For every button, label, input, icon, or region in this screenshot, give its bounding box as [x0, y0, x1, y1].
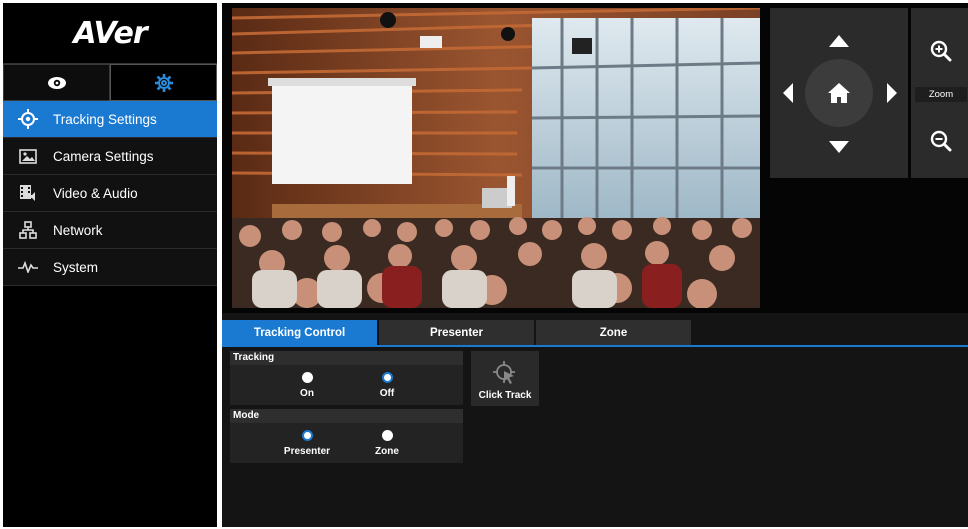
arrow-up-icon[interactable]	[829, 35, 849, 47]
tab-zone[interactable]: Zone	[536, 320, 691, 345]
sidebar-item-tracking-settings[interactable]: Tracking Settings	[3, 101, 217, 138]
tracking-heading: Tracking	[230, 351, 463, 365]
sidebar-item-system[interactable]: System	[3, 249, 217, 286]
sidebar-item-label: System	[53, 259, 99, 275]
zoom-control: Zoom	[911, 8, 968, 178]
mode-tabs	[3, 63, 217, 101]
mode-heading: Mode	[230, 409, 463, 423]
zoom-out-icon[interactable]	[930, 130, 952, 152]
click-track-label: Click Track	[478, 390, 532, 401]
film-audio-icon	[17, 183, 39, 203]
sidebar-item-label: Network	[53, 222, 103, 238]
eye-icon	[47, 76, 66, 89]
arrow-left-icon[interactable]	[783, 83, 793, 103]
tracking-on-radio[interactable]	[302, 372, 313, 383]
zoom-label: Zoom	[915, 87, 967, 102]
network-icon	[17, 220, 39, 240]
target-icon	[17, 109, 39, 129]
mode-presenter-radio[interactable]	[302, 430, 313, 441]
tracking-off-radio[interactable]	[382, 372, 393, 383]
gear-icon	[154, 73, 173, 92]
mode-presenter-label: Presenter	[283, 446, 331, 457]
sidebar: AVer Tracking Settings Camera Settings V…	[3, 3, 217, 527]
live-view-tab[interactable]	[3, 64, 110, 101]
camera-preview[interactable]	[232, 8, 760, 308]
sidebar-item-label: Video & Audio	[53, 185, 138, 201]
home-icon	[828, 83, 850, 103]
arrow-down-icon[interactable]	[829, 141, 849, 153]
tracking-on-label: On	[300, 388, 314, 399]
sidebar-item-camera-settings[interactable]: Camera Settings	[3, 138, 217, 175]
click-track-button[interactable]: Click Track	[471, 351, 539, 406]
settings-tab[interactable]	[110, 64, 217, 101]
sidebar-item-video-audio[interactable]: Video & Audio	[3, 175, 217, 212]
sidebar-item-network[interactable]: Network	[3, 212, 217, 249]
mode-options: Presenter Zone	[230, 423, 463, 463]
ptz-control-pad	[770, 8, 908, 178]
mode-zone-label: Zone	[375, 446, 399, 457]
tab-presenter[interactable]: Presenter	[379, 320, 534, 345]
click-track-icon	[493, 361, 515, 384]
logo-text: AVer	[73, 15, 147, 51]
tracking-tabs: Tracking Control Presenter Zone	[222, 320, 968, 345]
tab-underline	[222, 345, 968, 347]
image-icon	[17, 146, 39, 166]
arrow-right-icon[interactable]	[887, 83, 897, 103]
main-panel: Zoom Tracking Control Presenter Zone Tra…	[222, 3, 968, 527]
lecture-hall-image	[232, 8, 760, 308]
zoom-in-icon[interactable]	[930, 40, 952, 62]
tab-tracking-control[interactable]: Tracking Control	[222, 320, 377, 345]
mode-zone-radio[interactable]	[382, 430, 393, 441]
logo: AVer	[3, 3, 217, 63]
tracking-off-label: Off	[379, 388, 395, 399]
sidebar-item-label: Tracking Settings	[53, 111, 157, 127]
sidebar-item-label: Camera Settings	[53, 148, 154, 164]
home-button[interactable]	[805, 59, 873, 127]
pulse-icon	[17, 257, 39, 277]
tracking-options: On Off	[230, 365, 463, 405]
